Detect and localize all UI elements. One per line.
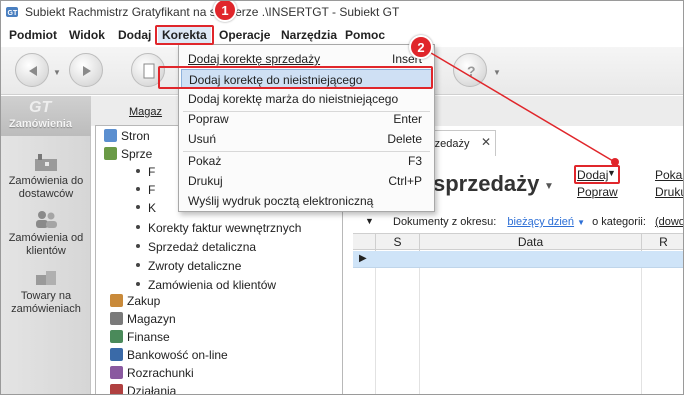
annotation-arrow	[430, 52, 619, 166]
app-window: GT Subiekt Rachmistrz Gratyfikant na ser…	[0, 0, 684, 395]
annotation-badge-2: 2	[409, 35, 433, 59]
